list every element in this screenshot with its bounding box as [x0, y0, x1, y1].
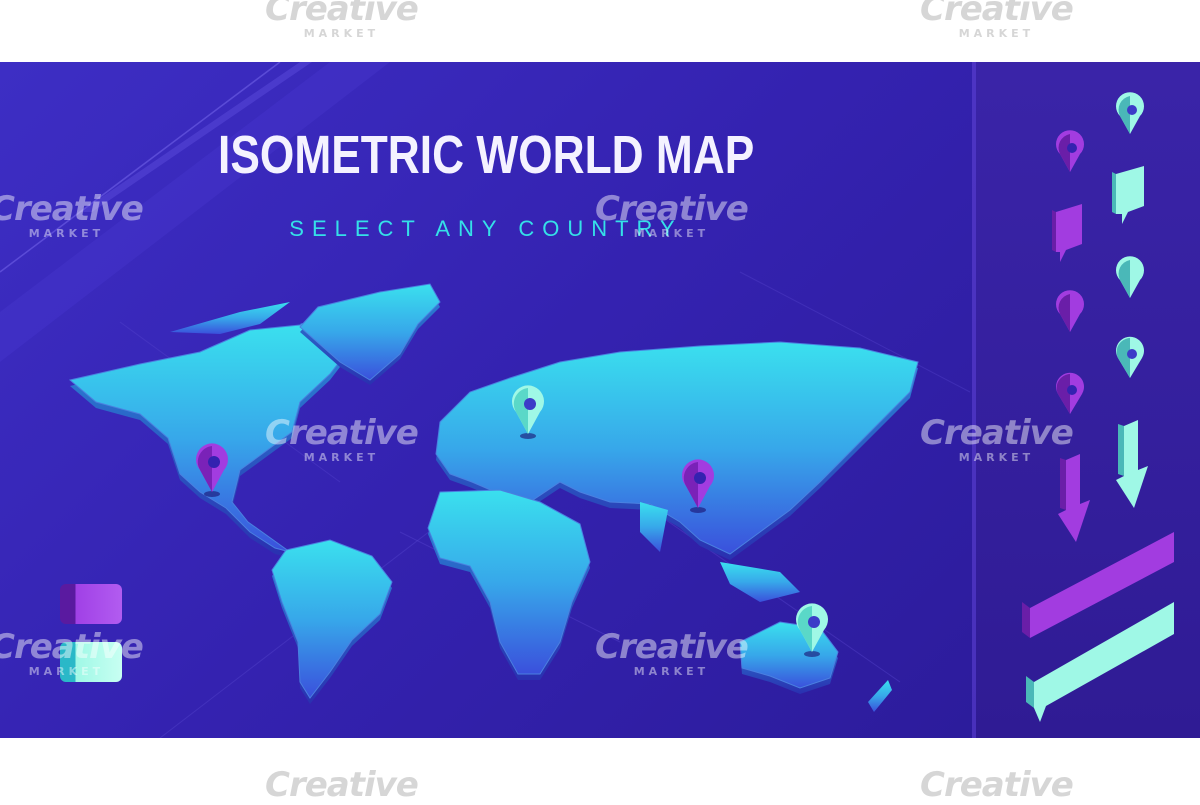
watermark-bottom-left: Creative: [265, 765, 419, 805]
world-map-banner: ISOMETRIC WORLD MAP SELECT ANY COUNTRY C…: [0, 62, 1200, 738]
watermark-top-left: Creative MARKET: [265, 0, 419, 40]
watermark-bottom-right: Creative: [920, 765, 1074, 805]
watermark-upper-center: Creative MARKET: [595, 189, 749, 240]
watermark-right: Creative MARKET: [920, 413, 1074, 464]
watermark-top-right: Creative MARKET: [920, 0, 1074, 40]
round-pin-icon[interactable]: [1116, 256, 1144, 298]
watermark-lower-center: Creative MARKET: [595, 627, 749, 678]
round-pin-icon[interactable]: [1056, 290, 1084, 332]
down-arrow-icon[interactable]: [1116, 420, 1148, 508]
location-pin-icon[interactable]: [1116, 336, 1144, 378]
location-pin-icon[interactable]: [1056, 372, 1084, 414]
speech-bubble-icon[interactable]: [1112, 166, 1144, 224]
map-pin-icon[interactable]: [1056, 130, 1084, 172]
down-arrow-icon[interactable]: [1058, 454, 1090, 542]
watermark-left: Creative MARKET: [0, 189, 144, 240]
watermark-center: Creative MARKET: [265, 413, 419, 464]
watermark-lower-left: Creative MARKET: [0, 627, 144, 678]
map-pin-icon[interactable]: [1116, 92, 1144, 134]
speech-bubble-icon[interactable]: [1052, 204, 1082, 262]
